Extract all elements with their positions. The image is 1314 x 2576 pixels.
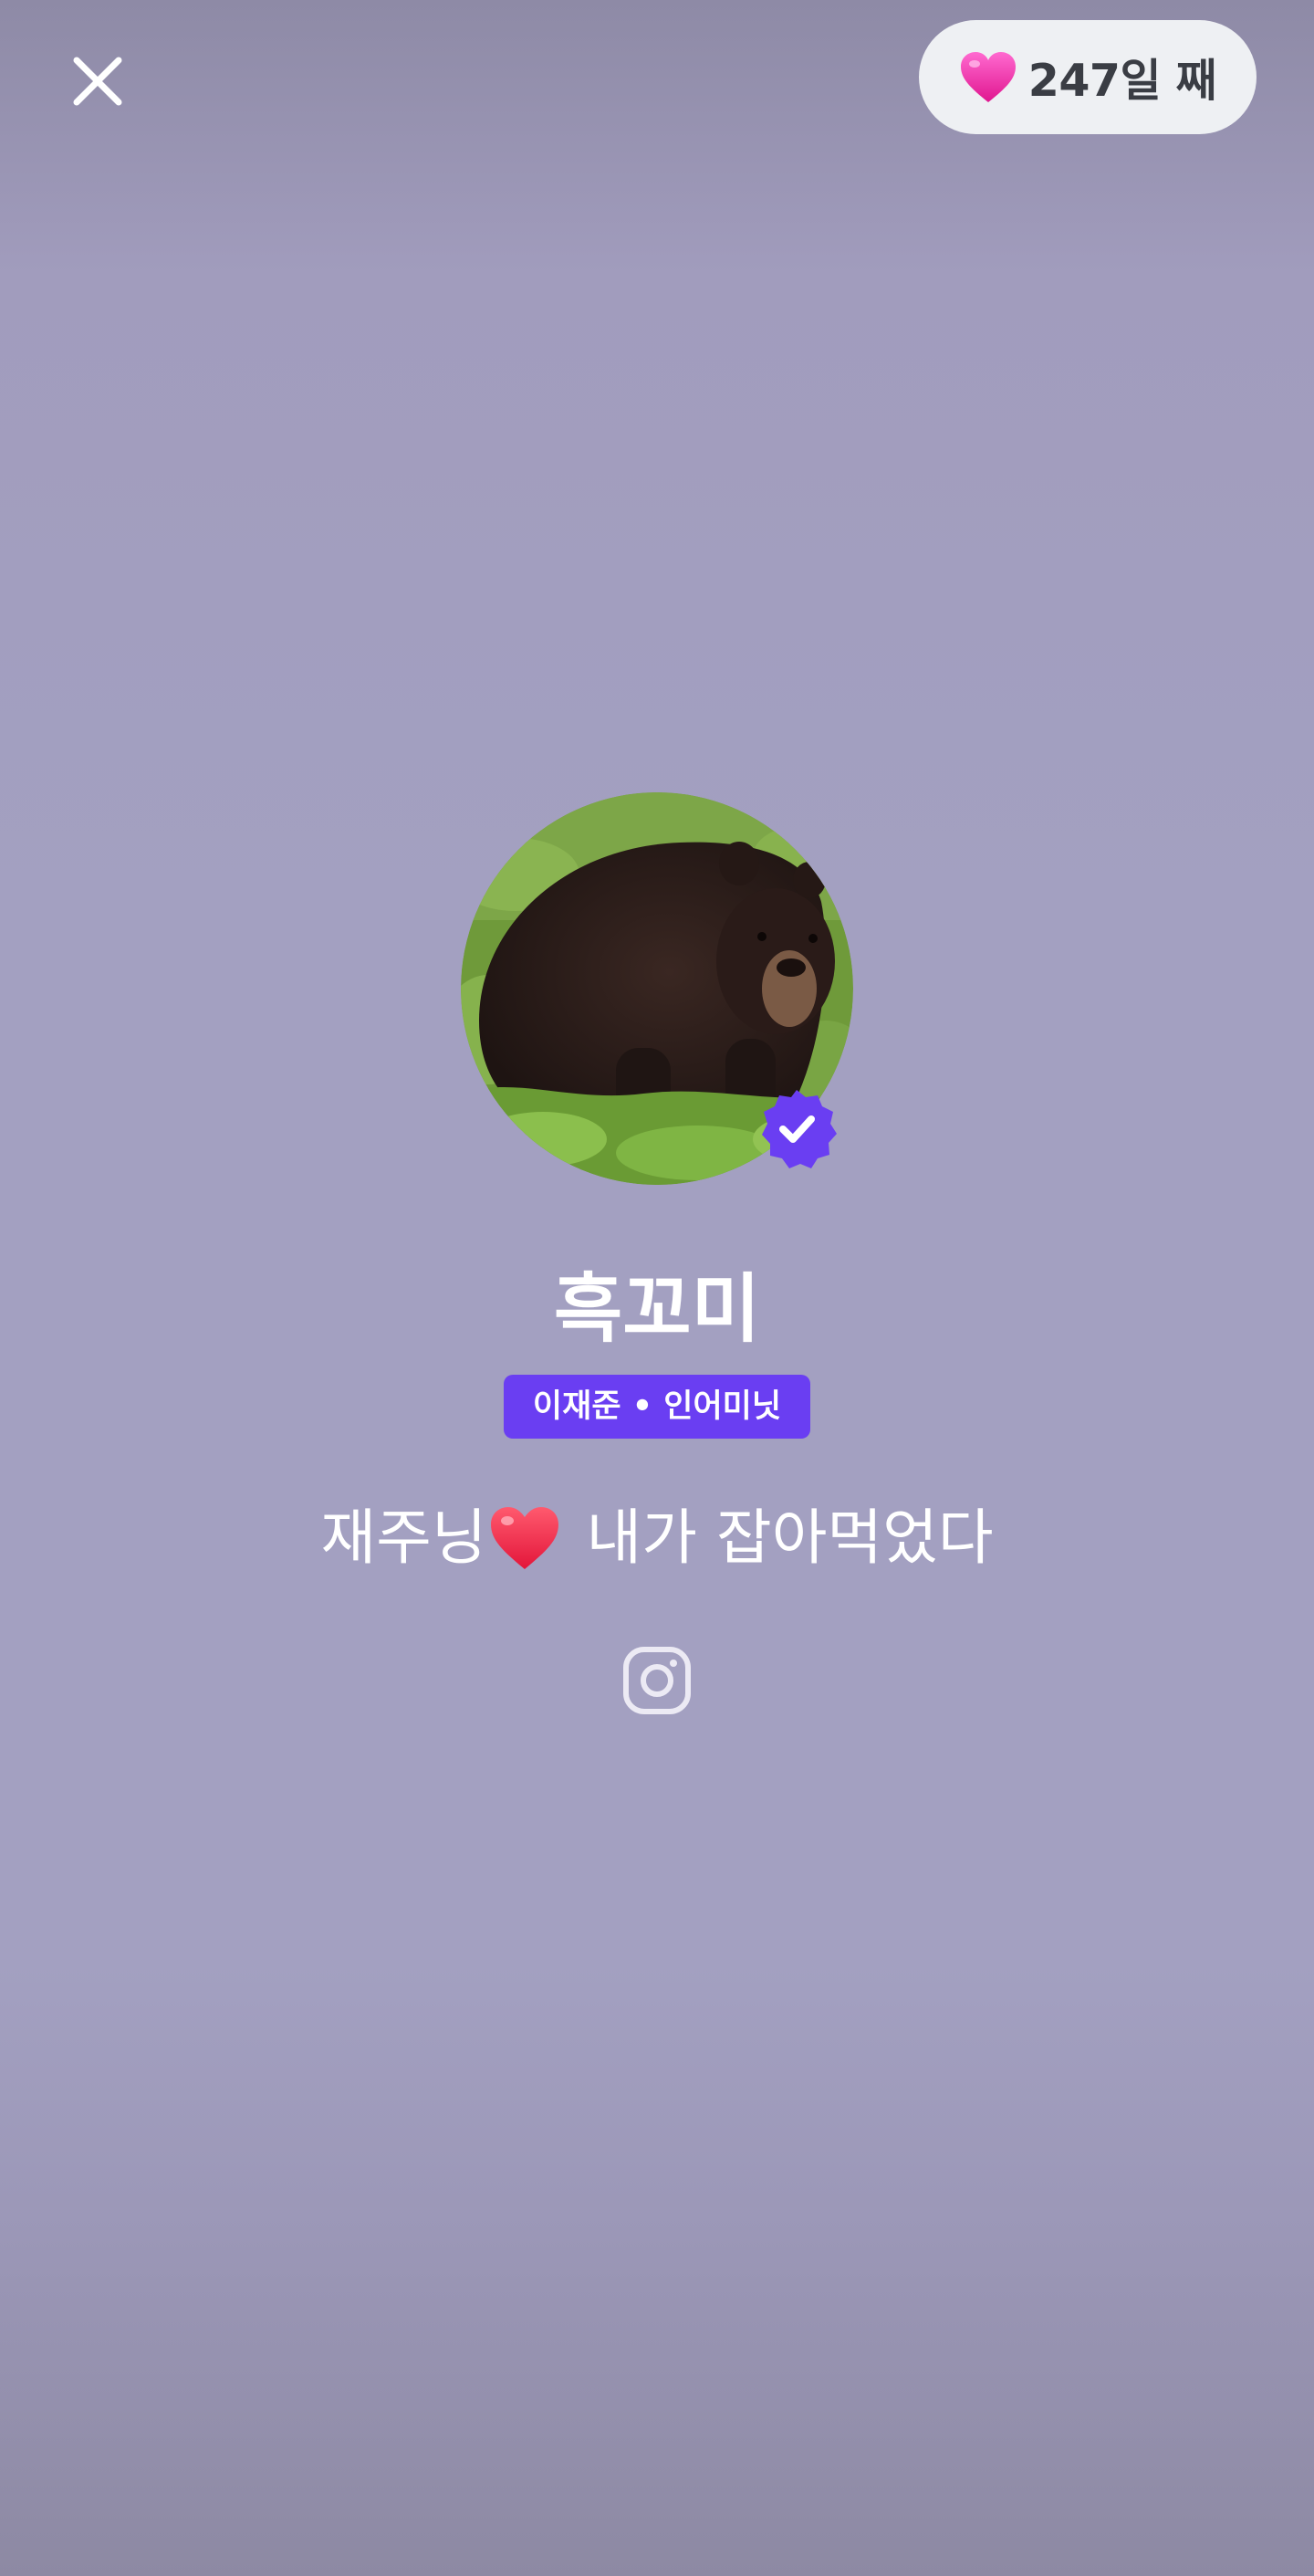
status-text-before: 재주닝 xyxy=(320,1503,487,1573)
red-heart-icon xyxy=(489,1505,560,1571)
profile-name: 흑꼬미 xyxy=(553,1266,761,1353)
tag-row: 이재준 • 인어미닛 xyxy=(0,1375,1314,1439)
instagram-button[interactable] xyxy=(622,1646,692,1715)
days-count-label: 247일 째 xyxy=(1027,55,1217,107)
close-icon xyxy=(73,57,122,106)
pink-heart-icon xyxy=(959,51,1017,104)
verified-badge-icon xyxy=(755,1086,839,1170)
days-badge[interactable]: 247일 째 xyxy=(919,20,1257,134)
group-tag: 이재준 • 인어미닛 xyxy=(503,1375,811,1439)
profile-avatar[interactable] xyxy=(461,792,853,1185)
status-text-after: 내가 잡아먹었다 xyxy=(567,1503,994,1573)
profile-screen: 247일 째 흑꼬미 이재준 • 인어미닛 재주닝 내가 잡아먹었다 xyxy=(0,0,1314,2576)
status-message: 재주닝 내가 잡아먹었다 xyxy=(0,1497,1314,1579)
close-button[interactable] xyxy=(57,40,139,122)
instagram-icon xyxy=(623,1647,691,1714)
